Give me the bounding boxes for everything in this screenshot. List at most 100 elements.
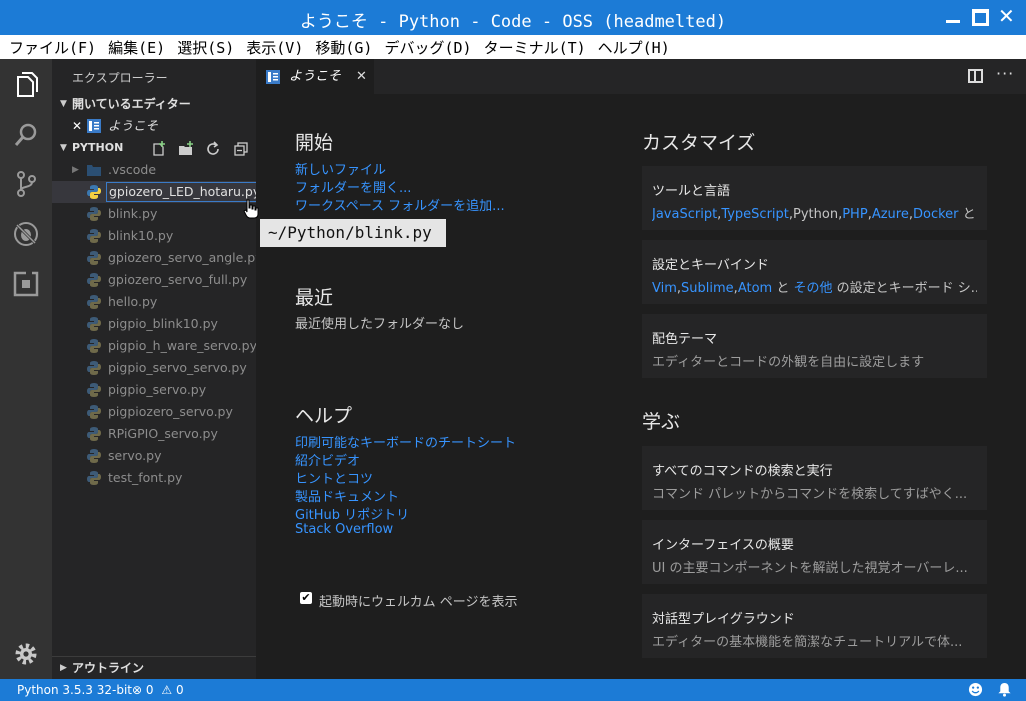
menu-file[interactable]: ファイル(F) [9, 37, 96, 58]
typescript-link[interactable]: TypeScript [721, 207, 789, 222]
settings-gear-icon[interactable] [12, 640, 40, 668]
command-palette-card[interactable]: すべてのコマンドの検索と実行 コマンド パレットからコマンドを検索してすばやく.… [642, 446, 987, 510]
file-item[interactable]: pigpio_servo.py [52, 379, 256, 401]
docker-link[interactable]: Docker [913, 207, 959, 222]
welcome-page: 開始 新しいファイル フォルダーを開く... ワークスペース フォルダーを追加.… [256, 94, 1026, 679]
show-welcome-checkbox[interactable]: ✔ [300, 592, 312, 604]
python-file-icon [87, 185, 101, 199]
vscode-folder-icon [87, 165, 101, 176]
intro-video-link[interactable]: 紹介ビデオ [295, 450, 360, 469]
extensions-icon[interactable] [12, 270, 40, 298]
file-item[interactable]: blink.py [52, 203, 256, 225]
split-editor-icon[interactable] [968, 69, 983, 83]
outline-section[interactable]: ▶ アウトライン [52, 656, 256, 678]
file-item[interactable]: gpiozero_servo_angle.py [52, 247, 263, 269]
open-editor-item[interactable]: ✕ ようこそ [52, 115, 256, 137]
file-item[interactable]: pigpiozero_servo.py [52, 401, 256, 423]
activity-bar [0, 59, 52, 679]
python-file-icon [87, 449, 101, 463]
python-file-icon [87, 295, 101, 309]
help-heading: ヘルプ [295, 405, 353, 427]
sublime-link[interactable]: Sublime [681, 281, 734, 296]
menu-terminal[interactable]: ターミナル(T) [484, 37, 586, 58]
interface-overview-card[interactable]: インターフェイスの概要 UI の主要コンポーネントを解説した視覚オーバーレ... [642, 520, 987, 584]
warning-icon: ⚠ [161, 683, 173, 697]
python-file-icon [87, 273, 101, 287]
github-link[interactable]: GitHub リポジトリ [295, 504, 409, 523]
open-editors-section[interactable]: ▼ 開いているエディター [52, 93, 256, 115]
stackoverflow-link[interactable]: Stack Overflow [295, 522, 393, 537]
javascript-link[interactable]: JavaScript [652, 207, 717, 222]
close-icon[interactable]: ✕ [72, 115, 82, 137]
new-folder-icon[interactable] [178, 141, 194, 157]
menu-go[interactable]: 移動(G) [315, 37, 372, 58]
recent-empty-text: 最近使用したフォルダーなし [295, 317, 465, 332]
open-folder-link[interactable]: フォルダーを開く... [295, 177, 411, 196]
python-file-icon [87, 427, 101, 441]
file-item-selected[interactable]: gpiozero_LED_hotaru.py [52, 181, 264, 203]
file-item[interactable]: test_font.py [52, 467, 256, 489]
file-item[interactable]: pigpio_h_ware_servo.py [52, 335, 257, 357]
refresh-icon[interactable] [205, 141, 221, 157]
menu-edit[interactable]: 編集(E) [108, 37, 165, 58]
more-actions-icon[interactable]: ··· [996, 64, 1014, 83]
python-interpreter-status[interactable]: Python 3.5.3 32-bit [17, 679, 132, 701]
vim-link[interactable]: Vim [652, 281, 677, 296]
azure-link[interactable]: Azure [872, 207, 909, 222]
debug-icon[interactable] [12, 220, 40, 248]
menu-debug[interactable]: デバッグ(D) [384, 37, 471, 58]
interactive-playground-card[interactable]: 対話型プレイグラウンド エディターの基本機能を簡潔なチュートリアルで体... [642, 594, 987, 658]
menu-view[interactable]: 表示(V) [246, 37, 303, 58]
add-workspace-folder-link[interactable]: ワークスペース フォルダーを追加... [295, 195, 505, 214]
python-file-icon [87, 361, 101, 375]
source-control-icon[interactable] [12, 170, 40, 198]
close-window-icon[interactable]: ✕ [998, 4, 1016, 28]
file-item[interactable]: pigpio_blink10.py [52, 313, 256, 335]
new-file-link[interactable]: 新しいファイル [295, 159, 386, 178]
new-file-icon[interactable] [151, 141, 167, 157]
file-item[interactable]: blink10.py [52, 225, 256, 247]
python-file-icon [87, 207, 101, 221]
customize-heading: カスタマイズ [642, 132, 756, 154]
others-link[interactable]: その他 [793, 281, 832, 296]
file-path-tooltip: ~/Python/blink.py [260, 219, 446, 247]
docs-link[interactable]: 製品ドキュメント [295, 486, 399, 505]
maximize-icon[interactable] [972, 9, 989, 26]
hand-cursor-icon [243, 199, 259, 219]
python-file-icon [87, 471, 101, 485]
keyboard-cheatsheet-link[interactable]: 印刷可能なキーボードのチートシート [295, 432, 516, 451]
editor-tab-bar: ようこそ ✕ [256, 59, 1026, 94]
python-file-icon [87, 251, 101, 265]
search-icon[interactable] [12, 121, 40, 149]
file-item[interactable]: servo.py [52, 445, 256, 467]
php-link[interactable]: PHP [842, 207, 867, 222]
atom-link[interactable]: Atom [738, 281, 772, 296]
tools-languages-card[interactable]: ツールと言語 JavaScript,TypeScript,Python,PHP,… [642, 166, 987, 230]
color-theme-card[interactable]: 配色テーマ エディターとコードの外観を自由に設定します [642, 314, 987, 378]
explorer-sidebar: エクスプローラー ▼ 開いているエディター ✕ ようこそ ▼ PYTHON ▶ … [52, 59, 264, 679]
file-item[interactable]: pigpio_servo_servo.py [52, 357, 256, 379]
file-item[interactable]: RPiGPIO_servo.py [52, 423, 256, 445]
folder-item[interactable]: ▶ .vscode [52, 159, 256, 181]
tab-welcome[interactable]: ようこそ ✕ [256, 59, 374, 94]
python-file-icon [87, 339, 101, 353]
settings-keybindings-card[interactable]: 設定とキーバインド Vim,Sublime,Atom と その他 の設定とキーボ… [642, 240, 987, 304]
sidebar-header: エクスプローラー [72, 71, 168, 85]
minimize-icon[interactable] [944, 8, 962, 26]
menu-selection[interactable]: 選択(S) [177, 37, 234, 58]
error-icon: ⊗ [132, 683, 143, 697]
learn-heading: 学ぶ [642, 411, 681, 433]
collapse-all-icon[interactable] [233, 141, 249, 157]
feedback-smiley-icon[interactable] [968, 682, 983, 697]
file-item[interactable]: hello.py [52, 291, 256, 313]
file-item[interactable]: gpiozero_servo_full.py [52, 269, 256, 291]
welcome-page-icon [87, 119, 101, 133]
tips-link[interactable]: ヒントとコツ [295, 468, 373, 487]
notifications-bell-icon[interactable] [997, 682, 1012, 697]
problems-status[interactable]: ⊗ 0 ⚠ 0 [132, 679, 184, 701]
start-heading: 開始 [295, 132, 334, 154]
explorer-icon[interactable] [12, 71, 40, 99]
tab-close-icon[interactable]: ✕ [356, 59, 367, 94]
welcome-page-icon [266, 70, 280, 84]
menu-help[interactable]: ヘルプ(H) [598, 37, 670, 58]
